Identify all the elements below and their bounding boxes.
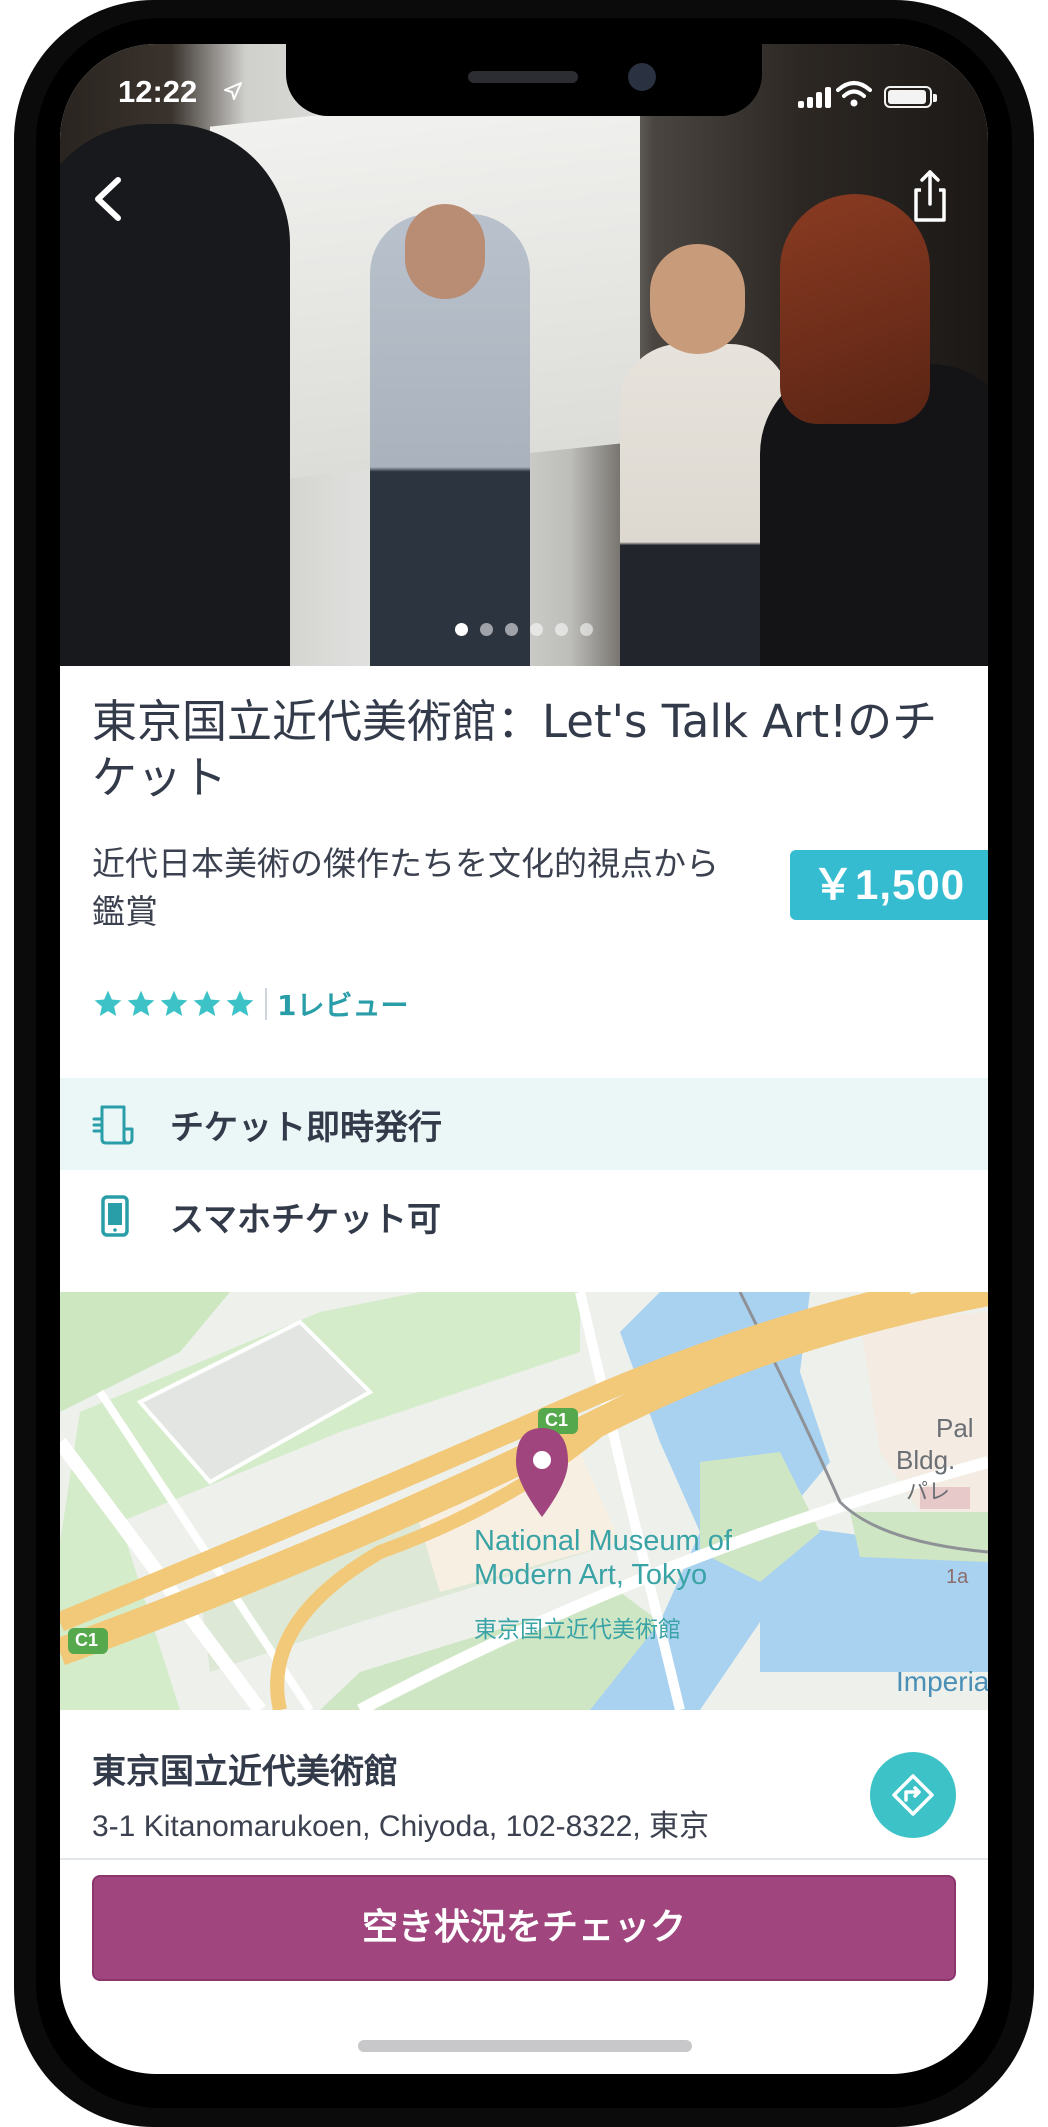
gallery-dot[interactable]	[530, 623, 543, 636]
map-label-text: パレ	[906, 1479, 951, 1504]
photo-person-head	[405, 204, 485, 299]
feature-label: チケット即時発行	[170, 1107, 442, 1148]
rating-divider	[265, 988, 267, 1020]
rating-row[interactable]: 1レビュー	[92, 984, 408, 1024]
map-place-label-jp: 東京国立近代美術館	[474, 1617, 681, 1643]
app-screen: 12:22 東京国立近代美術館：Let's Talk Art!のチケット 近代日…	[60, 44, 988, 2074]
map-place-label: National Museum of Modern Art, Tokyo	[474, 1524, 732, 1592]
hero-photo[interactable]	[60, 44, 988, 666]
product-title: 東京国立近代美術館：Let's Talk Art!のチケット	[92, 695, 938, 804]
mute-switch	[14, 255, 30, 330]
photo-person-head	[650, 244, 745, 354]
device-notch	[286, 44, 762, 116]
map-place-label-line: National Museum of	[474, 1525, 732, 1557]
location-arrow-icon	[224, 82, 242, 100]
gallery-pagination[interactable]	[60, 621, 988, 640]
review-count-link[interactable]: 1レビュー	[277, 984, 408, 1024]
wifi-icon	[836, 81, 872, 107]
directions-icon	[892, 1774, 934, 1816]
check-availability-button[interactable]: 空き状況をチェック	[92, 1875, 956, 1981]
gallery-dot[interactable]	[480, 623, 493, 636]
gallery-dot[interactable]	[505, 623, 518, 636]
price-badge: ￥1,500	[790, 850, 988, 920]
mobile-phone-icon	[101, 1195, 129, 1237]
power-button	[1018, 440, 1034, 670]
share-icon[interactable]	[900, 160, 960, 230]
map-label-imperial: Imperia	[896, 1666, 988, 1697]
gallery-dot[interactable]	[580, 623, 593, 636]
venue-name: 東京国立近代美術館	[92, 1752, 398, 1792]
back-chevron-icon[interactable]	[78, 164, 138, 234]
battery-icon	[884, 86, 937, 108]
signal-icon	[798, 86, 831, 108]
map-label-1a: 1a	[946, 1566, 969, 1588]
volume-down-button	[14, 570, 30, 715]
volume-up-button	[14, 393, 30, 538]
front-camera	[628, 63, 656, 91]
map-label-palace: Pal Bldg. パレ	[896, 1412, 974, 1508]
divider	[60, 1858, 988, 1860]
status-time: 12:22	[118, 74, 198, 109]
star-icon	[127, 990, 155, 1016]
road-badge: C1	[545, 1410, 569, 1430]
map-label-text: Pal	[936, 1413, 974, 1443]
map-graphic	[60, 1292, 988, 1710]
feature-label: スマホチケット可	[170, 1199, 441, 1240]
venue-address: 3-1 Kitanomarukoen, Chiyoda, 102-8322, 東…	[92, 1810, 710, 1843]
star-icon	[94, 990, 122, 1016]
feature-instant-ticket: チケット即時発行	[60, 1078, 988, 1170]
star-icon	[193, 990, 221, 1016]
product-subtitle: 近代日本美術の傑作たちを文化的視点から鑑賞	[92, 844, 719, 931]
star-icon	[226, 990, 254, 1016]
ticket-icon	[92, 1105, 134, 1145]
location-map[interactable]: C1 C1	[60, 1292, 988, 1710]
speaker-grille	[468, 71, 578, 83]
road-badge: C1	[75, 1630, 99, 1650]
gallery-dot[interactable]	[555, 623, 568, 636]
directions-button[interactable]	[870, 1752, 956, 1838]
home-indicator[interactable]	[358, 2040, 692, 2052]
gallery-dot[interactable]	[455, 623, 468, 636]
feature-mobile-ticket: スマホチケット可	[60, 1170, 988, 1262]
map-label-text: Bldg.	[896, 1445, 956, 1475]
map-place-label-line: Modern Art, Tokyo	[474, 1559, 708, 1591]
star-icon	[160, 990, 188, 1016]
